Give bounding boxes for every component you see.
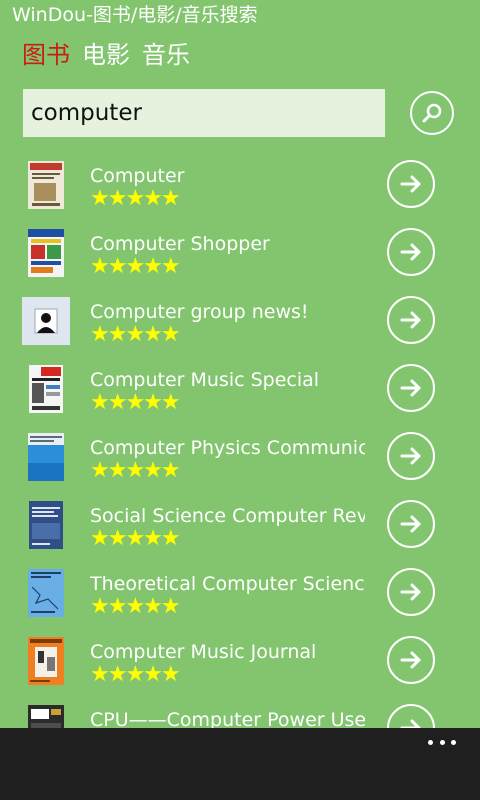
app-title: WinDou-图书/电影/音乐搜索	[12, 4, 258, 26]
open-item-button[interactable]	[387, 568, 435, 616]
open-item-button[interactable]	[387, 364, 435, 412]
open-item-button[interactable]	[387, 432, 435, 480]
item-title: Social Science Computer Review	[90, 505, 365, 527]
arrow-right-icon	[400, 379, 421, 397]
arrow-right-icon	[400, 719, 421, 728]
item-title: CPU——Computer Power User	[90, 709, 365, 728]
ellipsis-icon[interactable]	[428, 734, 456, 750]
star-rating: ★★★★★	[90, 390, 181, 415]
book-cover	[28, 161, 64, 209]
list-item[interactable]: Computer Shopper ★★★★★	[0, 226, 480, 294]
placeholder-avatar-icon	[22, 297, 70, 345]
book-cover	[28, 433, 64, 481]
pivot-header: 图书 电影 音乐	[22, 38, 190, 72]
item-title: Computer Physics Communicat	[90, 437, 365, 459]
search-input[interactable]	[23, 89, 385, 137]
open-item-button[interactable]	[387, 704, 435, 728]
pivot-music[interactable]: 音乐	[142, 38, 190, 72]
book-cover	[28, 705, 64, 728]
star-rating: ★★★★★	[90, 526, 181, 551]
list-item[interactable]: CPU——Computer Power User ★★★★★	[0, 702, 480, 728]
item-title: Computer group news!	[90, 301, 309, 323]
book-cover	[29, 501, 63, 549]
item-title: Computer Music Journal	[90, 641, 317, 663]
book-cover	[28, 637, 64, 685]
open-item-button[interactable]	[387, 636, 435, 684]
list-item[interactable]: Computer ★★★★★	[0, 158, 480, 226]
arrow-right-icon	[400, 311, 421, 329]
list-item[interactable]: Computer Music Special ★★★★★	[0, 362, 480, 430]
star-rating: ★★★★★	[90, 322, 181, 347]
star-rating: ★★★★★	[90, 662, 181, 687]
open-item-button[interactable]	[387, 296, 435, 344]
item-title: Computer	[90, 165, 185, 187]
list-item[interactable]: Computer Physics Communicat ★★★★★	[0, 430, 480, 498]
arrow-right-icon	[400, 175, 421, 193]
list-item[interactable]: Social Science Computer Review ★★★★★	[0, 498, 480, 566]
book-cover	[29, 365, 63, 413]
arrow-right-icon	[400, 651, 421, 669]
search-button[interactable]	[410, 91, 454, 135]
arrow-right-icon	[400, 583, 421, 601]
arrow-right-icon	[400, 243, 421, 261]
results-list: Computer ★★★★★ Computer Shopper ★★★★★ Co…	[0, 158, 480, 728]
star-rating: ★★★★★	[90, 594, 181, 619]
pivot-books[interactable]: 图书	[22, 38, 70, 72]
star-rating: ★★★★★	[90, 254, 181, 279]
open-item-button[interactable]	[387, 160, 435, 208]
item-title: Computer Music Special	[90, 369, 320, 391]
star-rating: ★★★★★	[90, 186, 181, 211]
book-cover	[28, 229, 64, 277]
item-title: Theoretical Computer Science	[90, 573, 365, 595]
open-item-button[interactable]	[387, 228, 435, 276]
book-cover	[28, 569, 64, 617]
pivot-movies[interactable]: 电影	[82, 38, 130, 72]
star-rating: ★★★★★	[90, 458, 181, 483]
list-item[interactable]: Theoretical Computer Science ★★★★★	[0, 566, 480, 634]
item-title: Computer Shopper	[90, 233, 270, 255]
open-item-button[interactable]	[387, 500, 435, 548]
arrow-right-icon	[400, 447, 421, 465]
list-item[interactable]: Computer Music Journal ★★★★★	[0, 634, 480, 702]
arrow-right-icon	[400, 515, 421, 533]
search-icon	[422, 103, 442, 123]
app-bar	[0, 728, 480, 800]
list-item[interactable]: Computer group news! ★★★★★	[0, 294, 480, 362]
